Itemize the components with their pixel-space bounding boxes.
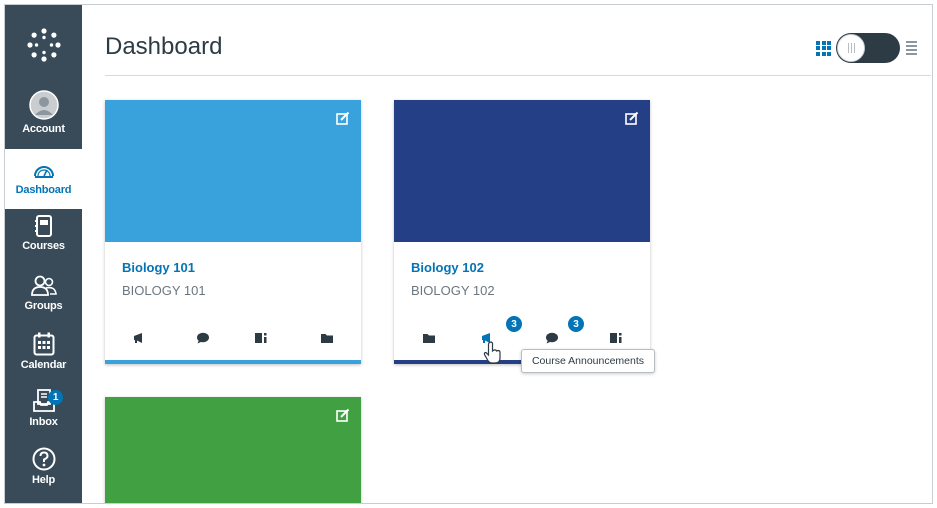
nav-item-help[interactable]: Help (5, 447, 82, 502)
canvas-logo-icon (26, 28, 61, 62)
discussions-icon[interactable] (542, 328, 562, 348)
announcements-icon[interactable] (130, 328, 150, 348)
account-icon (28, 90, 59, 120)
files-icon[interactable] (317, 328, 337, 348)
files-icon[interactable] (419, 328, 439, 348)
nav-label-help: Help (31, 474, 56, 486)
list-view-icon[interactable] (906, 41, 917, 55)
canvas-logo[interactable] (5, 5, 82, 85)
course-card-biology-102[interactable]: Biology 102 BIOLOGY 102 3 3 (394, 100, 650, 364)
help-icon (32, 447, 55, 471)
courses-icon (34, 215, 52, 237)
nav-label-account: Account (22, 123, 65, 135)
dashboard-icon (33, 166, 54, 178)
card-view-icon[interactable] (816, 40, 831, 56)
nav-item-groups[interactable]: Groups (5, 275, 82, 330)
switch-knob[interactable] (837, 34, 865, 62)
nav-item-inbox[interactable]: 1 Inbox (5, 389, 82, 444)
header-divider (105, 75, 931, 76)
announcements-count-badge: 3 (505, 315, 523, 333)
card-actions (105, 318, 361, 358)
hand-cursor-icon (483, 341, 501, 364)
nav-item-courses[interactable]: Courses (5, 215, 82, 270)
nav-label-inbox: Inbox (29, 416, 58, 428)
course-card-3[interactable] (105, 397, 361, 503)
canvas-window: Account Dashboard Courses Groups Calenda… (4, 4, 933, 504)
discussions-icon[interactable] (193, 328, 213, 348)
nav-label-courses: Courses (22, 240, 65, 252)
edit-card-icon[interactable] (625, 111, 639, 125)
nav-item-dashboard[interactable]: Dashboard (5, 149, 82, 209)
course-title[interactable]: Biology 102 (411, 260, 633, 275)
groups-icon (30, 275, 57, 296)
tooltip: Course Announcements (521, 349, 655, 373)
dashboard-view-toggle[interactable] (816, 33, 917, 63)
course-title[interactable]: Biology 101 (122, 260, 344, 275)
page-title: Dashboard (105, 33, 223, 60)
edit-card-icon[interactable] (336, 111, 350, 125)
card-hero[interactable] (105, 397, 361, 503)
nav-label-dashboard: Dashboard (15, 184, 72, 196)
discussions-count-badge: 3 (567, 315, 585, 333)
card-color-bar (105, 360, 361, 364)
card-hero[interactable] (394, 100, 650, 242)
global-nav: Account Dashboard Courses Groups Calenda… (5, 5, 82, 503)
card-hero[interactable] (105, 100, 361, 242)
nav-item-account[interactable]: Account (5, 87, 82, 149)
course-code: BIOLOGY 101 (122, 283, 206, 298)
nav-label-calendar: Calendar (20, 359, 67, 371)
course-card-biology-101[interactable]: Biology 101 BIOLOGY 101 (105, 100, 361, 364)
nav-item-calendar[interactable]: Calendar (5, 332, 82, 387)
edit-card-icon[interactable] (336, 408, 350, 422)
inbox-unread-badge: 1 (48, 390, 63, 405)
view-switch[interactable] (836, 33, 900, 63)
calendar-icon (33, 332, 54, 356)
course-code: BIOLOGY 102 (411, 283, 495, 298)
assignments-icon[interactable] (606, 328, 626, 348)
assignments-icon[interactable] (251, 328, 271, 348)
nav-label-groups: Groups (24, 300, 63, 312)
